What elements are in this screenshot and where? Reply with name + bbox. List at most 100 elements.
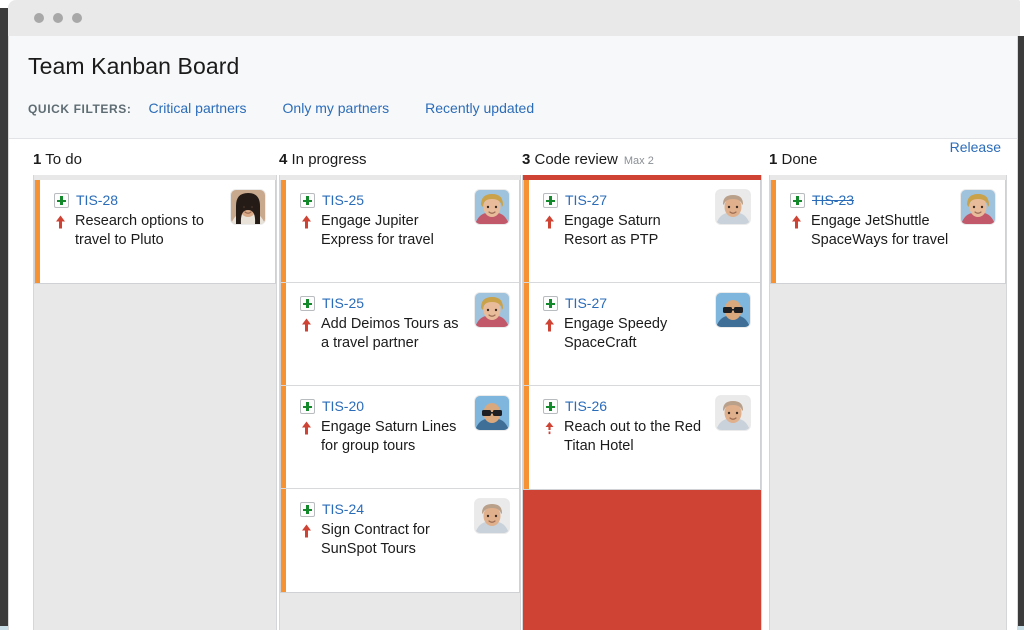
story-plus-icon <box>300 398 315 414</box>
story-plus-icon <box>790 192 805 208</box>
card-summary: Sign Contract for SunSpot Tours <box>321 522 430 557</box>
card-priority-stripe <box>281 180 286 282</box>
column-done[interactable]: TIS-23 Engage JetShuttle SpaceWays for tr… <box>769 175 1007 630</box>
column-in-progress[interactable]: TIS-25 Engage Jupiter Express for travel T… <box>279 175 521 630</box>
card-tis-27[interactable]: TIS-27 Engage Saturn Resort as PTP <box>524 180 760 283</box>
card-issue-key[interactable]: TIS-25 <box>322 295 364 311</box>
card-priority-stripe <box>524 180 529 282</box>
card-priority-stripe <box>524 283 529 385</box>
card-tis-23[interactable]: TIS-23 Engage JetShuttle SpaceWays for tr… <box>771 180 1005 283</box>
story-plus-icon <box>54 192 69 208</box>
priority-major-up-arrow-icon <box>300 522 313 541</box>
card-stack-in-progress: TIS-25 Engage Jupiter Express for travel T… <box>280 180 520 593</box>
priority-major-up-arrow-icon <box>790 213 803 232</box>
avatar[interactable] <box>716 293 750 327</box>
card-priority-stripe <box>771 180 776 283</box>
window-scrollbar[interactable] <box>1018 36 1024 630</box>
story-plus-icon <box>543 192 558 208</box>
card-priority-stripe <box>281 386 286 488</box>
card-summary: Research options to travel to Pluto <box>75 213 204 248</box>
card-summary: Reach out to the Red Titan Hotel <box>564 419 702 454</box>
card-summary: Engage Jupiter Express for travel <box>321 213 434 248</box>
minimize-dot-icon[interactable] <box>53 13 63 23</box>
column-headers: Release 1 To do 4 In progress 3 Code revie… <box>9 139 1017 175</box>
column-header-in-progress: 4 In progress <box>279 151 367 168</box>
avatar[interactable] <box>475 293 509 327</box>
priority-minor-up-arrow-icon <box>543 419 556 438</box>
avatar[interactable] <box>961 190 995 224</box>
release-link[interactable]: Release <box>950 139 1001 155</box>
card-issue-key[interactable]: TIS-20 <box>322 398 364 414</box>
card-tis-25[interactable]: TIS-25 Add Deimos Tours as a travel partn… <box>281 283 519 386</box>
card-summary: Engage Speedy SpaceCraft <box>564 316 668 351</box>
card-priority-stripe <box>35 180 40 283</box>
close-dot-icon[interactable] <box>34 13 44 23</box>
kanban-board-window: Team Kanban Board QUICK FILTERS: Critica… <box>0 0 1024 630</box>
card-issue-key[interactable]: TIS-27 <box>565 192 607 208</box>
quick-filters-label: QUICK FILTERS: <box>28 102 132 116</box>
card-issue-key[interactable]: TIS-26 <box>565 398 607 414</box>
card-stack-code-review: TIS-27 Engage Saturn Resort as PTP TIS-27 E… <box>523 180 761 490</box>
column-code-review[interactable]: TIS-27 Engage Saturn Resort as PTP TIS-27 E… <box>522 175 762 630</box>
card-tis-28[interactable]: TIS-28 Research options to travel to Plut… <box>35 180 275 283</box>
card-issue-key[interactable]: TIS-25 <box>322 192 364 208</box>
card-summary: Engage Saturn Lines for group tours <box>321 419 457 454</box>
avatar[interactable] <box>231 190 265 224</box>
card-summary: Add Deimos Tours as a travel partner <box>321 316 459 351</box>
column-max-code-review: Max 2 <box>623 155 654 167</box>
window-controls <box>34 13 82 23</box>
card-tis-25[interactable]: TIS-25 Engage Jupiter Express for travel <box>281 180 519 283</box>
avatar[interactable] <box>475 190 509 224</box>
card-priority-stripe <box>281 489 286 592</box>
story-plus-icon <box>300 501 315 517</box>
board-body: Release 1 To do 4 In progress 3 Code revie… <box>9 139 1017 630</box>
card-tis-24[interactable]: TIS-24 Sign Contract for SunSpot Tours <box>281 489 519 592</box>
card-stack-done: TIS-23 Engage JetShuttle SpaceWays for tr… <box>770 180 1006 284</box>
card-issue-key[interactable]: TIS-28 <box>76 192 118 208</box>
column-name-to-do: To do <box>41 151 82 168</box>
quick-filters-bar: QUICK FILTERS: Critical partners Only my… <box>28 100 534 116</box>
quick-filter-critical-partners[interactable]: Critical partners <box>149 100 247 116</box>
story-plus-icon <box>300 192 315 208</box>
column-header-done: 1 Done <box>769 151 817 168</box>
window-left-edge <box>0 8 8 630</box>
priority-major-up-arrow-icon <box>543 213 556 232</box>
quick-filter-recently-updated[interactable]: Recently updated <box>425 100 534 116</box>
story-plus-icon <box>543 295 558 311</box>
card-tis-26[interactable]: TIS-26 Reach out to the Red Titan Hotel <box>524 386 760 489</box>
column-to-do[interactable]: TIS-28 Research options to travel to Plut… <box>33 175 277 630</box>
board-viewport: Team Kanban Board QUICK FILTERS: Critica… <box>8 36 1018 630</box>
card-issue-key[interactable]: TIS-24 <box>322 501 364 517</box>
avatar[interactable] <box>716 190 750 224</box>
column-header-code-review: 3 Code review Max 2 <box>522 151 654 168</box>
avatar[interactable] <box>716 396 750 430</box>
column-name-code-review: Code review <box>530 151 618 168</box>
board-columns: TIS-28 Research options to travel to Plut… <box>9 175 1017 630</box>
card-summary: Engage JetShuttle SpaceWays for travel <box>811 213 949 248</box>
card-issue-key[interactable]: TIS-27 <box>565 295 607 311</box>
column-name-in-progress: In progress <box>287 151 367 168</box>
page-title: Team Kanban Board <box>28 53 240 79</box>
card-priority-stripe <box>524 386 529 489</box>
priority-major-up-arrow-icon <box>300 419 313 438</box>
card-priority-stripe <box>281 283 286 385</box>
priority-major-up-arrow-icon <box>543 316 556 335</box>
board-header: Team Kanban Board QUICK FILTERS: Critica… <box>9 36 1017 139</box>
avatar[interactable] <box>475 499 509 533</box>
priority-major-up-arrow-icon <box>300 316 313 335</box>
window-titlebar <box>8 0 1020 36</box>
card-tis-27[interactable]: TIS-27 Engage Speedy SpaceCraft <box>524 283 760 386</box>
card-summary: Engage Saturn Resort as PTP <box>564 213 661 248</box>
priority-major-up-arrow-icon <box>54 213 67 232</box>
card-issue-key[interactable]: TIS-23 <box>812 192 854 208</box>
column-name-done: Done <box>777 151 818 168</box>
column-header-to-do: 1 To do <box>33 151 82 168</box>
priority-major-up-arrow-icon <box>300 213 313 232</box>
maximize-dot-icon[interactable] <box>72 13 82 23</box>
card-tis-20[interactable]: TIS-20 Engage Saturn Lines for group tour… <box>281 386 519 489</box>
story-plus-icon <box>300 295 315 311</box>
story-plus-icon <box>543 398 558 414</box>
quick-filter-only-my-partners[interactable]: Only my partners <box>283 100 390 116</box>
card-stack-to-do: TIS-28 Research options to travel to Plut… <box>34 180 276 284</box>
avatar[interactable] <box>475 396 509 430</box>
